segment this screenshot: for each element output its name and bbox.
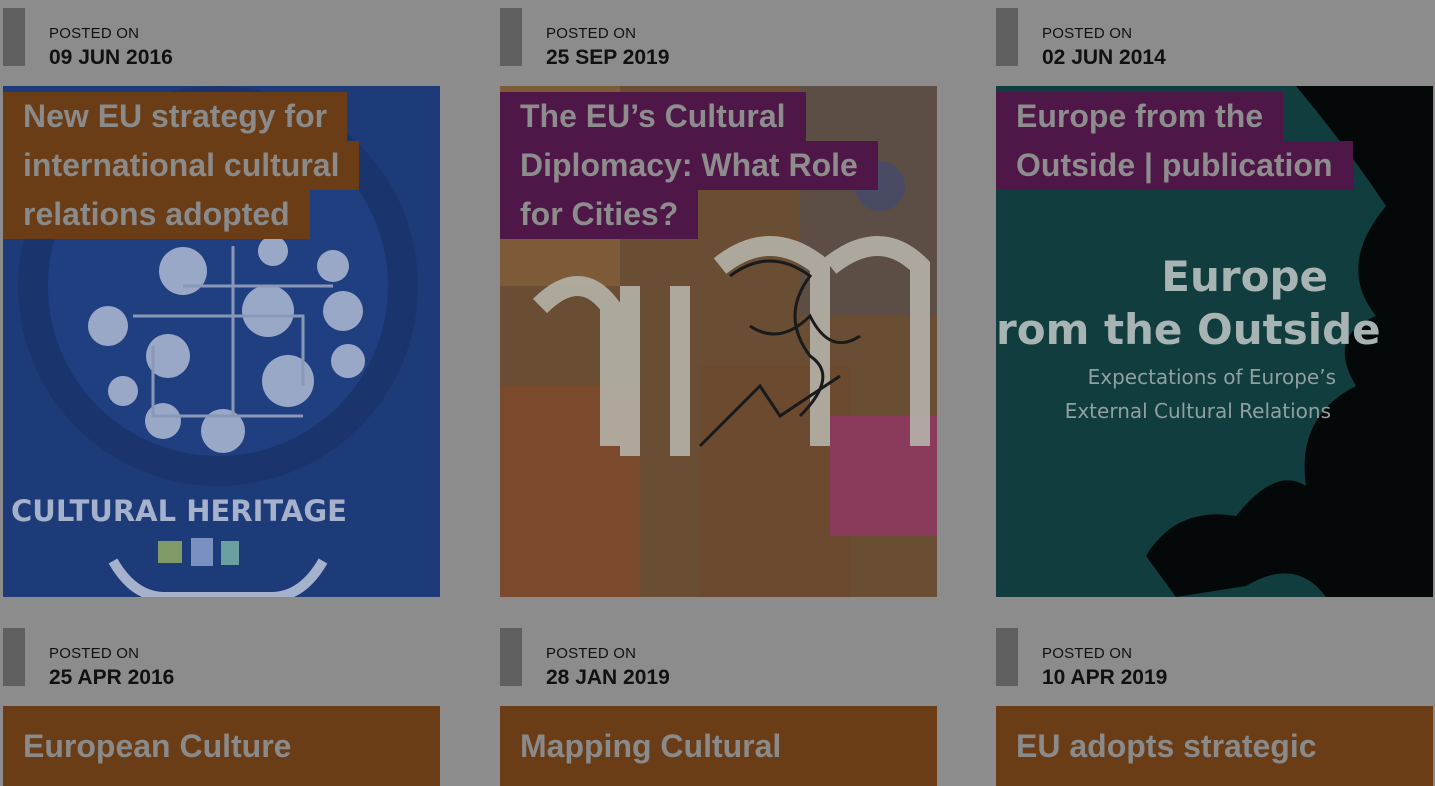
post-title-text: Mapping Cultural [520,728,782,764]
post-title-text: European Culture [23,728,292,764]
post-title[interactable]: EU adopts strategic [996,706,1433,786]
posted-on-label: POSTED ON [49,645,140,662]
posted-on-label: POSTED ON [1042,645,1133,662]
post-title[interactable]: European Culture [3,706,440,786]
post-meta: POSTED ON 28 JAN 2019 [497,628,934,689]
meta-bar [500,628,522,686]
post-date: 10 APR 2019 [1042,666,1168,689]
post-meta: POSTED ON 25 APR 2016 [0,628,437,689]
meta-bar [3,628,25,686]
post-card[interactable]: POSTED ON 10 APR 2019 EU adopts strategi… [993,0,1433,786]
post-date: 28 JAN 2019 [546,666,670,689]
post-title-text: EU adopts strategic [1016,728,1317,764]
post-title[interactable]: Mapping Cultural [500,706,937,786]
meta-bar [996,628,1018,686]
post-card[interactable]: POSTED ON 25 APR 2016 European Culture [0,0,440,786]
post-meta: POSTED ON 10 APR 2019 [993,628,1430,689]
post-card[interactable]: POSTED ON 28 JAN 2019 Mapping Cultural [497,0,937,786]
post-date: 25 APR 2016 [49,666,175,689]
posted-on-label: POSTED ON [546,645,637,662]
